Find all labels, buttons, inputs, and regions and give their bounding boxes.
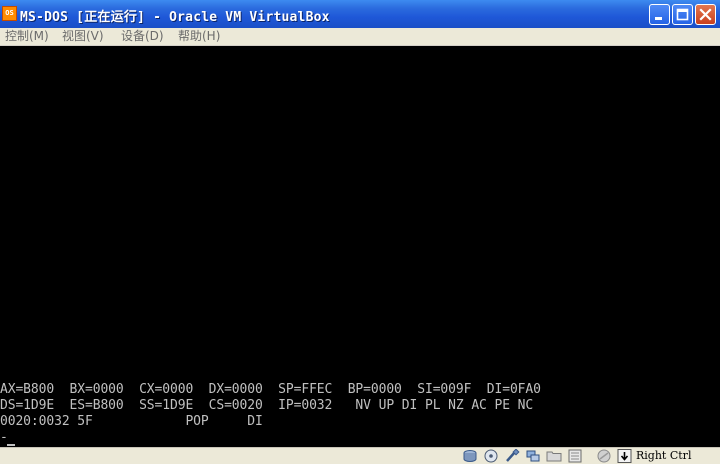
close-button[interactable] [695,4,716,25]
text-cursor [7,444,15,446]
virtualbox-icon[interactable]: OS [2,6,17,21]
mouse-integration-icon[interactable] [596,449,612,463]
virtualbox-window: OS MS-DOS [正在运行] - Oracle VM VirtualBox … [0,0,720,464]
maximize-button[interactable] [672,4,693,25]
menu-devices[interactable]: 设备(D) [121,29,164,44]
minimize-button[interactable] [649,4,670,25]
optical-drive-icon[interactable] [483,449,499,463]
registers-line-1: AX=B800 BX=0000 CX=0000 DX=0000 SP=FFEC … [0,382,541,397]
window-title: MS-DOS [正在运行] - Oracle VM VirtualBox [20,10,330,25]
video-capture-icon[interactable] [567,449,583,463]
vm-display[interactable]: AX=B800 BX=0000 CX=0000 DX=0000 SP=FFEC … [0,46,720,447]
host-key-label: Right Ctrl [636,449,692,462]
close-icon [699,8,712,21]
host-key-arrow-icon[interactable] [617,449,633,463]
menu-help[interactable]: 帮助(H) [178,29,220,44]
registers-line-2: DS=1D9E ES=B800 SS=1D9E CS=0020 IP=0032 … [0,398,534,413]
maximize-icon [676,8,689,21]
menu-bar: 控制(M) 视图(V) 设备(D) 帮助(H) [0,28,720,46]
minimize-icon [655,17,662,20]
title-bar[interactable]: OS MS-DOS [正在运行] - Oracle VM VirtualBox [0,0,720,28]
menu-view[interactable]: 视图(V) [62,29,104,44]
usb-icon[interactable] [504,449,520,463]
network-icon[interactable] [525,449,541,463]
disassembly-line: 0020:0032 5F POP DI [0,414,263,429]
shared-folder-icon[interactable] [546,449,562,463]
menu-control[interactable]: 控制(M) [5,29,49,44]
hard-disk-icon[interactable] [462,449,478,463]
status-bar: Right Ctrl [0,447,720,464]
